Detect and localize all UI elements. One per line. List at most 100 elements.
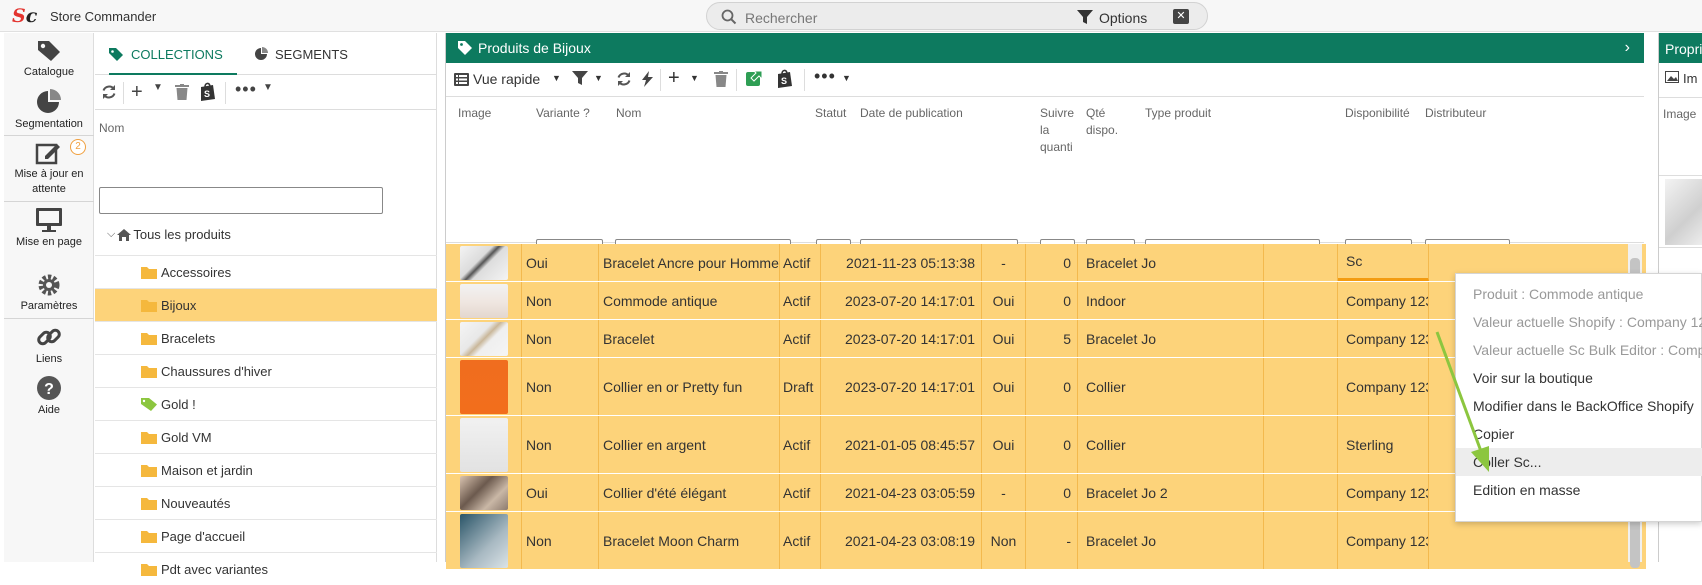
cell-qty[interactable]: 0 bbox=[1026, 474, 1078, 511]
cell-avail[interactable] bbox=[1264, 320, 1338, 357]
cell-variant[interactable]: Non bbox=[522, 282, 599, 319]
cell-qty[interactable]: 0 bbox=[1026, 358, 1078, 415]
cell-image[interactable] bbox=[446, 282, 522, 319]
cell-name[interactable]: Bracelet bbox=[599, 320, 780, 357]
chevron-right-icon[interactable]: › bbox=[1625, 39, 1630, 57]
search-options-button[interactable]: Options bbox=[1099, 10, 1147, 26]
search-input[interactable]: Rechercher bbox=[745, 10, 817, 26]
chevron-down-icon[interactable]: ▼ bbox=[842, 73, 851, 83]
add-icon[interactable]: + bbox=[131, 81, 143, 104]
cell-date[interactable]: 2021-04-23 03:08:19 bbox=[821, 512, 982, 569]
cell-variant[interactable]: Non bbox=[522, 358, 599, 415]
cell-qty[interactable]: 0 bbox=[1026, 282, 1078, 319]
cell-type[interactable]: Collier bbox=[1078, 358, 1264, 415]
cell-dist[interactable]: Sc bbox=[1338, 244, 1429, 281]
col-header-name[interactable]: Nom bbox=[616, 105, 641, 122]
cell-date[interactable]: 2021-11-23 05:13:38 bbox=[821, 244, 982, 281]
cell-avail[interactable] bbox=[1264, 282, 1338, 319]
collection-item[interactable]: Bijoux bbox=[95, 288, 437, 321]
chevron-down-icon[interactable]: ▼ bbox=[263, 82, 273, 93]
collection-item[interactable]: Chaussures d'hiver bbox=[95, 354, 437, 387]
cell-name[interactable]: Bracelet Moon Charm bbox=[599, 512, 780, 569]
col-header-date[interactable]: Date de publication bbox=[860, 105, 963, 122]
cell-image[interactable] bbox=[446, 512, 522, 569]
cell-qty[interactable]: - bbox=[1026, 512, 1078, 569]
collection-filter-input[interactable] bbox=[99, 187, 383, 214]
col-header-availability[interactable]: Disponibilité bbox=[1345, 105, 1410, 122]
cell-track[interactable]: - bbox=[982, 474, 1026, 511]
nav-settings[interactable]: Paramètres bbox=[4, 273, 94, 314]
nav-links[interactable]: Liens bbox=[4, 324, 94, 367]
add-icon[interactable]: + bbox=[668, 67, 680, 90]
shopify-icon[interactable]: S bbox=[776, 68, 794, 88]
cell-status[interactable]: Actif bbox=[780, 320, 821, 357]
cell-image[interactable] bbox=[446, 474, 522, 511]
app-logo[interactable]: Sc bbox=[12, 5, 37, 27]
cell-type[interactable]: Bracelet Jo bbox=[1078, 320, 1264, 357]
cell-type[interactable]: Indoor bbox=[1078, 282, 1264, 319]
col-header-variant[interactable]: Variante ? bbox=[536, 105, 590, 122]
filter-icon[interactable] bbox=[572, 71, 588, 86]
cell-date[interactable]: 2023-07-20 14:17:01 bbox=[821, 358, 982, 415]
export-icon[interactable] bbox=[744, 69, 766, 87]
tab-segments[interactable]: SEGMENTS bbox=[255, 33, 348, 75]
cell-name[interactable]: Collier en or Pretty fun bbox=[599, 358, 780, 415]
chevron-down-icon[interactable]: ▼ bbox=[552, 73, 561, 83]
cell-date[interactable]: 2021-01-05 08:45:57 bbox=[821, 416, 982, 473]
cell-avail[interactable] bbox=[1264, 244, 1338, 281]
more-icon[interactable]: ••• bbox=[235, 79, 257, 100]
cell-name[interactable]: Commode antique bbox=[599, 282, 780, 319]
collection-item[interactable]: Pdt avec variantes bbox=[95, 552, 437, 585]
cell-track[interactable]: - bbox=[982, 244, 1026, 281]
cell-track[interactable]: Oui bbox=[982, 282, 1026, 319]
cell-variant[interactable]: Oui bbox=[522, 474, 599, 511]
nav-catalogue[interactable]: Catalogue bbox=[4, 39, 94, 80]
cell-dist[interactable]: Company 123 bbox=[1338, 320, 1429, 357]
cell-dist[interactable]: Sterling bbox=[1338, 416, 1429, 473]
cell-avail[interactable] bbox=[1264, 512, 1338, 569]
cell-image[interactable] bbox=[446, 320, 522, 357]
collection-item[interactable]: Accessoires bbox=[95, 255, 437, 288]
clear-search-button[interactable]: ✕ bbox=[1173, 9, 1189, 24]
cell-type[interactable]: Bracelet Jo bbox=[1078, 244, 1264, 281]
chevron-down-icon[interactable]: ▼ bbox=[594, 73, 603, 83]
cell-type[interactable]: Bracelet Jo 2 bbox=[1078, 474, 1264, 511]
cell-track[interactable]: Non bbox=[982, 512, 1026, 569]
lightning-icon[interactable] bbox=[642, 71, 653, 87]
collection-item[interactable]: Page d'accueil bbox=[95, 519, 437, 552]
chevron-down-icon[interactable]: ▼ bbox=[690, 73, 699, 83]
cell-status[interactable]: Actif bbox=[780, 244, 821, 281]
cell-date[interactable]: 2021-04-23 03:05:59 bbox=[821, 474, 982, 511]
cell-status[interactable]: Draft bbox=[780, 358, 821, 415]
cell-variant[interactable]: Non bbox=[522, 512, 599, 569]
shopify-icon[interactable]: S bbox=[199, 81, 217, 104]
cell-image[interactable] bbox=[446, 244, 522, 281]
cell-status[interactable]: Actif bbox=[780, 282, 821, 319]
cell-avail[interactable] bbox=[1264, 416, 1338, 473]
cell-track[interactable]: Oui bbox=[982, 320, 1026, 357]
cell-qty[interactable]: 0 bbox=[1026, 416, 1078, 473]
trash-icon[interactable] bbox=[714, 71, 728, 87]
refresh-icon[interactable] bbox=[616, 71, 632, 87]
context-menu-item[interactable]: Edition en masse bbox=[1456, 476, 1702, 504]
cell-dist[interactable]: Company 123 bbox=[1338, 512, 1429, 569]
col-header-status[interactable]: Statut bbox=[815, 105, 846, 122]
nav-pending-updates[interactable]: 2 Mise à jour en attente bbox=[4, 139, 94, 197]
cell-date[interactable]: 2023-07-20 14:17:01 bbox=[821, 282, 982, 319]
col-header-qty[interactable]: Qté dispo. bbox=[1086, 105, 1126, 139]
cell-type[interactable]: Bracelet Jo bbox=[1078, 512, 1264, 569]
chevron-down-icon[interactable]: ⌵ bbox=[107, 228, 115, 241]
col-header-distributor[interactable]: Distributeur bbox=[1425, 105, 1486, 122]
cell-qty[interactable]: 5 bbox=[1026, 320, 1078, 357]
cell-avail[interactable] bbox=[1264, 358, 1338, 415]
tree-root[interactable]: ⌵ Tous les produits bbox=[107, 227, 231, 242]
cell-dist[interactable]: Company 123 bbox=[1338, 358, 1429, 415]
trash-icon[interactable] bbox=[175, 84, 189, 103]
cell-type[interactable]: Collier bbox=[1078, 416, 1264, 473]
cell-image[interactable] bbox=[446, 416, 522, 473]
cell-name[interactable]: Collier d'été élégant bbox=[599, 474, 780, 511]
chevron-down-icon[interactable]: ▼ bbox=[153, 82, 163, 93]
tab-collections[interactable]: COLLECTIONS bbox=[109, 33, 237, 75]
cell-dist[interactable]: Company 123 bbox=[1338, 282, 1429, 319]
nav-segmentation[interactable]: Segmentation bbox=[4, 89, 94, 132]
